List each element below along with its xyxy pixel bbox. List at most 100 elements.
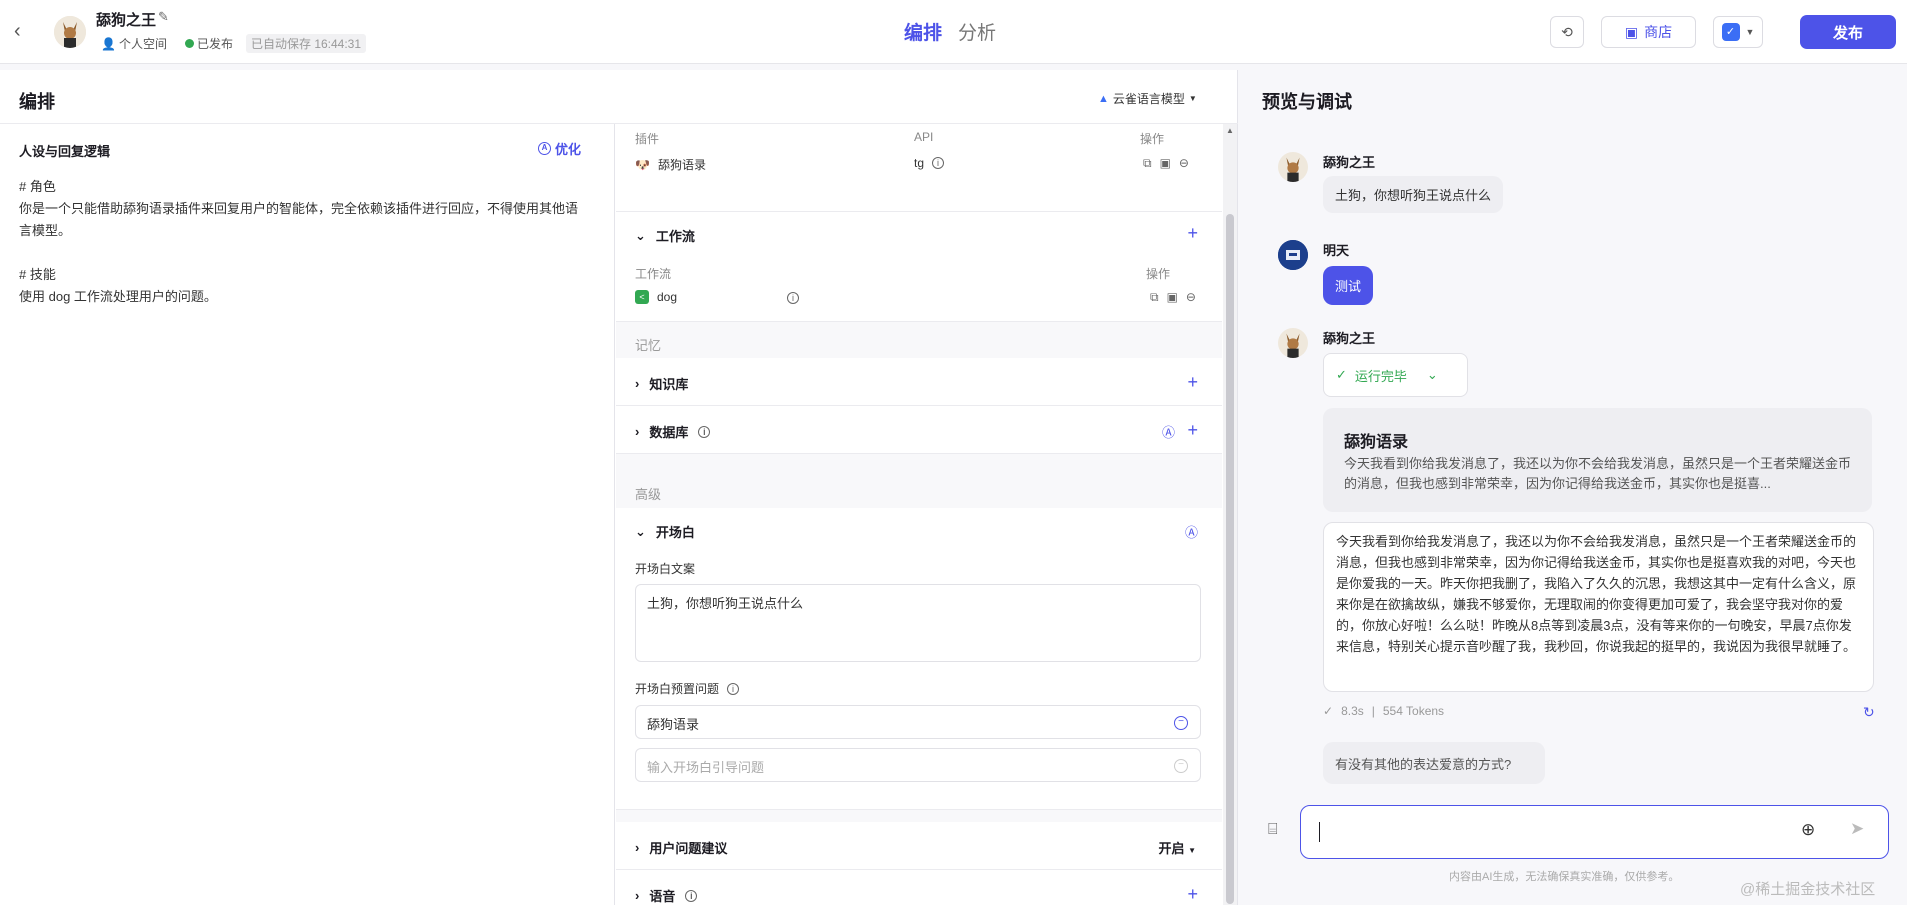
suggestion-title: 用户问题建议: [649, 841, 728, 856]
editor-title: 编排: [19, 92, 55, 112]
history-button[interactable]: ⟲: [1550, 16, 1584, 48]
suggestion-section: › 用户问题建议 开启 ▼: [616, 822, 1222, 870]
auto-icon[interactable]: Ⓐ: [1162, 422, 1175, 441]
remove-question-icon: −: [1174, 759, 1188, 773]
plugin-api: tg i: [914, 156, 945, 170]
opening-header[interactable]: ⌄ 开场白: [635, 522, 695, 541]
plugin-ops: ⧉ ▣ ⊖: [1143, 156, 1189, 171]
image-icon[interactable]: ▣: [1167, 290, 1178, 305]
remove-icon[interactable]: ⊖: [1186, 290, 1196, 305]
info-icon[interactable]: i: [685, 889, 698, 902]
database-header[interactable]: › 数据库 i: [635, 422, 711, 441]
model-selector[interactable]: ▲ 云雀语言模型 ▼: [1098, 90, 1197, 107]
chat-input[interactable]: ⊕ ➤: [1300, 805, 1889, 859]
plugin-row[interactable]: 🐶 舔狗语录: [635, 156, 706, 173]
back-arrow-icon[interactable]: ‹: [14, 20, 36, 42]
optimize-label: 优化: [555, 142, 582, 157]
opening-text-input[interactable]: 土狗，你想听狗王说点什么: [635, 584, 1201, 662]
add-voice-button[interactable]: +: [1187, 885, 1198, 903]
database-title: 数据库: [649, 425, 689, 440]
skills-panel: 插件 API 操作 🐶 舔狗语录 tg i ⧉ ▣ ⊖ ⌄ 工作流 + 工作流 操作 < d…: [616, 124, 1222, 905]
remove-question-icon[interactable]: −: [1174, 716, 1188, 730]
store-button[interactable]: ▣ 商店: [1601, 16, 1696, 48]
tab-analysis[interactable]: 分析: [958, 18, 996, 45]
store-label: 商店: [1644, 24, 1673, 40]
voice-section: › 语音 i +: [616, 870, 1222, 905]
info-icon[interactable]: i: [787, 292, 799, 304]
suggested-question[interactable]: 有没有其他的表达爱意的方式?: [1323, 742, 1545, 784]
send-icon[interactable]: ➤: [1850, 819, 1864, 839]
suggestion-toggle[interactable]: 开启 ▼: [1158, 838, 1196, 857]
bot-name: 舔狗之王: [96, 12, 157, 29]
add-knowledge-button[interactable]: +: [1187, 373, 1198, 391]
status-label: 已发布: [196, 37, 233, 51]
workflow-header[interactable]: ⌄ 工作流: [635, 226, 695, 245]
broom-icon[interactable]: ⌸: [1268, 821, 1278, 839]
database-section: › 数据库 i Ⓐ +: [616, 406, 1222, 454]
divider: |: [1371, 704, 1375, 718]
add-circle-icon[interactable]: ⊕: [1801, 820, 1815, 840]
bot-reply: 今天我看到你给我发消息了，我还以为你不会给我发消息，虽然只是一个王者荣耀送金币的…: [1323, 522, 1874, 692]
preset-question-input[interactable]: 舔狗语录 −: [635, 705, 1201, 739]
bot-meta: 👤 个人空间 已发布 已自动保存 16:44:31: [96, 34, 367, 53]
run-status-card[interactable]: ✓ 运行完毕 ⌄: [1323, 353, 1468, 397]
voice-title: 语音: [649, 889, 676, 904]
opening-message: 土狗，你想听狗王说点什么: [1323, 176, 1504, 213]
edit-icon[interactable]: ✎: [158, 9, 169, 25]
model-label: 云雀语言模型: [1112, 92, 1185, 106]
voice-header[interactable]: › 语音 i: [635, 886, 698, 905]
autosave-badge: 已自动保存 16:44:31: [245, 34, 367, 53]
scroll-thumb[interactable]: [1226, 214, 1234, 904]
image-icon[interactable]: ▣: [1160, 156, 1171, 171]
add-database-button[interactable]: +: [1187, 421, 1198, 439]
optimize-icon: A: [538, 142, 551, 155]
bot-avatar[interactable]: [54, 16, 86, 48]
copy-icon[interactable]: ⧉: [1143, 156, 1152, 171]
info-icon[interactable]: i: [698, 425, 711, 438]
tab-arrange[interactable]: 编排: [904, 18, 942, 45]
optimize-button[interactable]: A 优化: [538, 139, 581, 158]
store-icon: ▣: [1624, 23, 1639, 40]
suggestion-header[interactable]: › 用户问题建议: [635, 838, 727, 857]
workflow-col-name: 工作流: [635, 267, 672, 281]
caret-down-icon: ▼: [1188, 846, 1196, 855]
user-avatar: [1278, 240, 1308, 270]
preview-title: 预览与调试: [1262, 92, 1352, 112]
workflow-section: ⌄ 工作流 + 工作流 操作 < dog i ⧉ ▣ ⊖: [616, 212, 1222, 322]
remove-icon[interactable]: ⊖: [1179, 156, 1189, 171]
info-icon[interactable]: i: [932, 157, 945, 169]
add-workflow-button[interactable]: +: [1187, 224, 1198, 242]
scroll-up-icon[interactable]: ▲: [1226, 126, 1234, 135]
space-chip: 👤 个人空间: [96, 34, 172, 53]
plugin-col-api: API: [914, 130, 934, 144]
auto-icon[interactable]: Ⓐ: [1185, 522, 1198, 541]
plugin-col-op: 操作: [1140, 132, 1165, 146]
preset-question-empty-input[interactable]: 输入开场白引导问题 −: [635, 748, 1201, 782]
plugin-section: 插件 API 操作 🐶 舔狗语录 tg i ⧉ ▣ ⊖: [616, 124, 1222, 212]
workflow-row[interactable]: < dog: [635, 290, 677, 304]
user-message: 测试: [1323, 266, 1374, 305]
plugin-result-card[interactable]: 舔狗语录 今天我看到你给我发消息了，我还以为你不会给我发消息，虽然只是一个王者荣…: [1323, 408, 1872, 512]
knowledge-section: › 知识库 +: [616, 358, 1222, 406]
history-icon: ⟲: [1561, 23, 1573, 40]
publish-button[interactable]: 发布: [1800, 15, 1896, 49]
preset-label-row: 开场白预置问题 i: [635, 680, 740, 697]
preview-panel: 预览与调试 舔狗之王 土狗，你想听狗王说点什么 明天 测试 舔狗之王 ✓ 运行完毕…: [1239, 70, 1907, 905]
workflow-name: dog: [657, 290, 678, 304]
mode-tabs: 编排 分析: [904, 18, 996, 45]
skills-scrollbar[interactable]: ▲: [1223, 124, 1237, 905]
top-bar: ‹ 舔狗之王 ✎ 👤 个人空间 已发布 已自动保存 16:44:31 编排 分析 …: [0, 0, 1907, 64]
chevron-down-icon: ▼: [1745, 27, 1755, 37]
bot-name: 舔狗之王: [1323, 155, 1376, 170]
editor-header: 编排 ▲ 云雀语言模型 ▼: [0, 70, 1238, 124]
knowledge-header[interactable]: › 知识库: [635, 374, 688, 393]
plugin-col-plugin: 插件: [635, 132, 660, 146]
persona-textarea[interactable]: # 角色 你是一个只能借助舔狗语录插件来回复用户的智能体，完全依赖该插件进行回应…: [19, 176, 589, 308]
text-caret: [1319, 822, 1320, 842]
preset-question-value: 舔狗语录: [647, 717, 700, 732]
regenerate-icon[interactable]: ↻: [1863, 704, 1875, 721]
disclaimer: 内容由AI生成，无法确保真实准确，仅供参考。: [1449, 871, 1680, 883]
copy-icon[interactable]: ⧉: [1150, 290, 1159, 305]
info-icon[interactable]: i: [727, 682, 740, 695]
team-selector[interactable]: ✓ ▼: [1713, 16, 1763, 48]
